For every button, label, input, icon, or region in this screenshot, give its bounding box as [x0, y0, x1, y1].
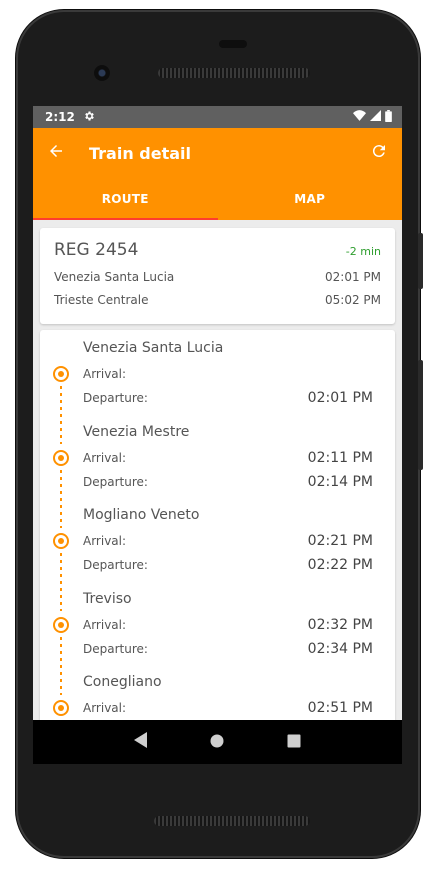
- bottom-speaker-grille: [154, 816, 310, 826]
- stops-list[interactable]: Venezia Santa Lucia Arrival: Departure: 0…: [40, 330, 395, 720]
- system-nav-bar: [33, 720, 402, 764]
- arrival-label: Arrival:: [83, 617, 127, 632]
- arrival-label: Arrival:: [83, 450, 127, 465]
- departure-label: Departure:: [83, 474, 148, 489]
- battery-icon: [385, 109, 392, 125]
- earpiece: [219, 40, 247, 48]
- origin-station: Venezia Santa Lucia: [54, 270, 175, 284]
- arrival-label: Arrival:: [83, 367, 127, 381]
- app-screen: 2:12 Train detail ROUTE MAP REG 2454 -2 …: [33, 106, 402, 720]
- wifi-icon: [353, 110, 366, 124]
- status-bar: 2:12: [33, 106, 402, 128]
- list-item: Venezia Santa Lucia Arrival: Departure: 0…: [40, 338, 395, 444]
- stop-name: Mogliano Veneto: [83, 507, 200, 523]
- arrival-time: 02:32 PM: [307, 616, 373, 633]
- stop-marker-icon: [53, 700, 69, 716]
- departure-time: 02:01 PM: [307, 390, 373, 406]
- nav-home-icon[interactable]: [210, 733, 224, 752]
- departure-time: 02:22 PM: [307, 557, 373, 573]
- destination-row: Trieste Centrale 05:02 PM: [54, 293, 381, 307]
- arrival-label: Arrival:: [83, 534, 127, 548]
- page-title: Train detail: [89, 143, 192, 163]
- destination-time: 05:02 PM: [325, 293, 381, 307]
- stop-name: Conegliano: [83, 674, 162, 690]
- origin-time: 02:01 PM: [325, 270, 381, 284]
- departure-time: 02:14 PM: [307, 473, 373, 490]
- departure-time: 02:34 PM: [307, 640, 373, 657]
- departure-label: Departure:: [83, 391, 148, 405]
- departure-label: Departure:: [83, 558, 148, 572]
- delay-badge: -2 min: [345, 245, 381, 258]
- nav-back-icon[interactable]: [134, 732, 148, 752]
- tab-route[interactable]: ROUTE: [33, 178, 218, 220]
- app-bar: Train detail: [33, 128, 402, 178]
- list-item: Treviso Arrival: 02:32 PM Departure: 02:34…: [40, 589, 395, 695]
- arrival-time: 02:51 PM: [307, 700, 373, 716]
- power-button: [418, 233, 423, 289]
- arrival-time: 02:11 PM: [307, 449, 373, 466]
- stop-name: Venezia Santa Lucia: [83, 340, 224, 356]
- status-time: 2:12: [45, 110, 75, 124]
- departure-label: Departure:: [83, 641, 148, 656]
- stop-name: Treviso: [83, 590, 132, 607]
- volume-button: [418, 360, 423, 470]
- list-item: Mogliano Veneto Arrival: 02:21 PM Departu…: [40, 505, 395, 611]
- list-item: Conegliano Arrival: 02:51 PM: [40, 672, 395, 720]
- arrow-left-icon[interactable]: [47, 142, 65, 164]
- stop-name: Venezia Mestre: [83, 423, 190, 440]
- tab-bar: ROUTE MAP: [33, 178, 402, 220]
- arrival-label: Arrival:: [83, 701, 127, 715]
- list-item: Venezia Mestre Arrival: 02:11 PM Departur…: [40, 422, 395, 528]
- arrival-time: 02:21 PM: [307, 533, 373, 549]
- train-summary-card: REG 2454 -2 min Venezia Santa Lucia 02:0…: [40, 228, 395, 324]
- gear-icon: [83, 110, 95, 125]
- top-speaker-grille: [158, 68, 310, 78]
- front-camera: [94, 65, 110, 81]
- refresh-icon[interactable]: [370, 142, 388, 164]
- nav-recents-icon[interactable]: [287, 733, 301, 752]
- train-number: REG 2454: [54, 240, 139, 260]
- tab-map[interactable]: MAP: [218, 178, 403, 220]
- destination-station: Trieste Centrale: [54, 293, 149, 307]
- stop-marker-icon: [53, 449, 69, 466]
- stop-marker-icon: [53, 366, 69, 382]
- signal-icon: [370, 110, 381, 124]
- stop-marker-icon: [53, 616, 69, 633]
- origin-row: Venezia Santa Lucia 02:01 PM: [54, 270, 381, 284]
- stop-marker-icon: [53, 533, 69, 549]
